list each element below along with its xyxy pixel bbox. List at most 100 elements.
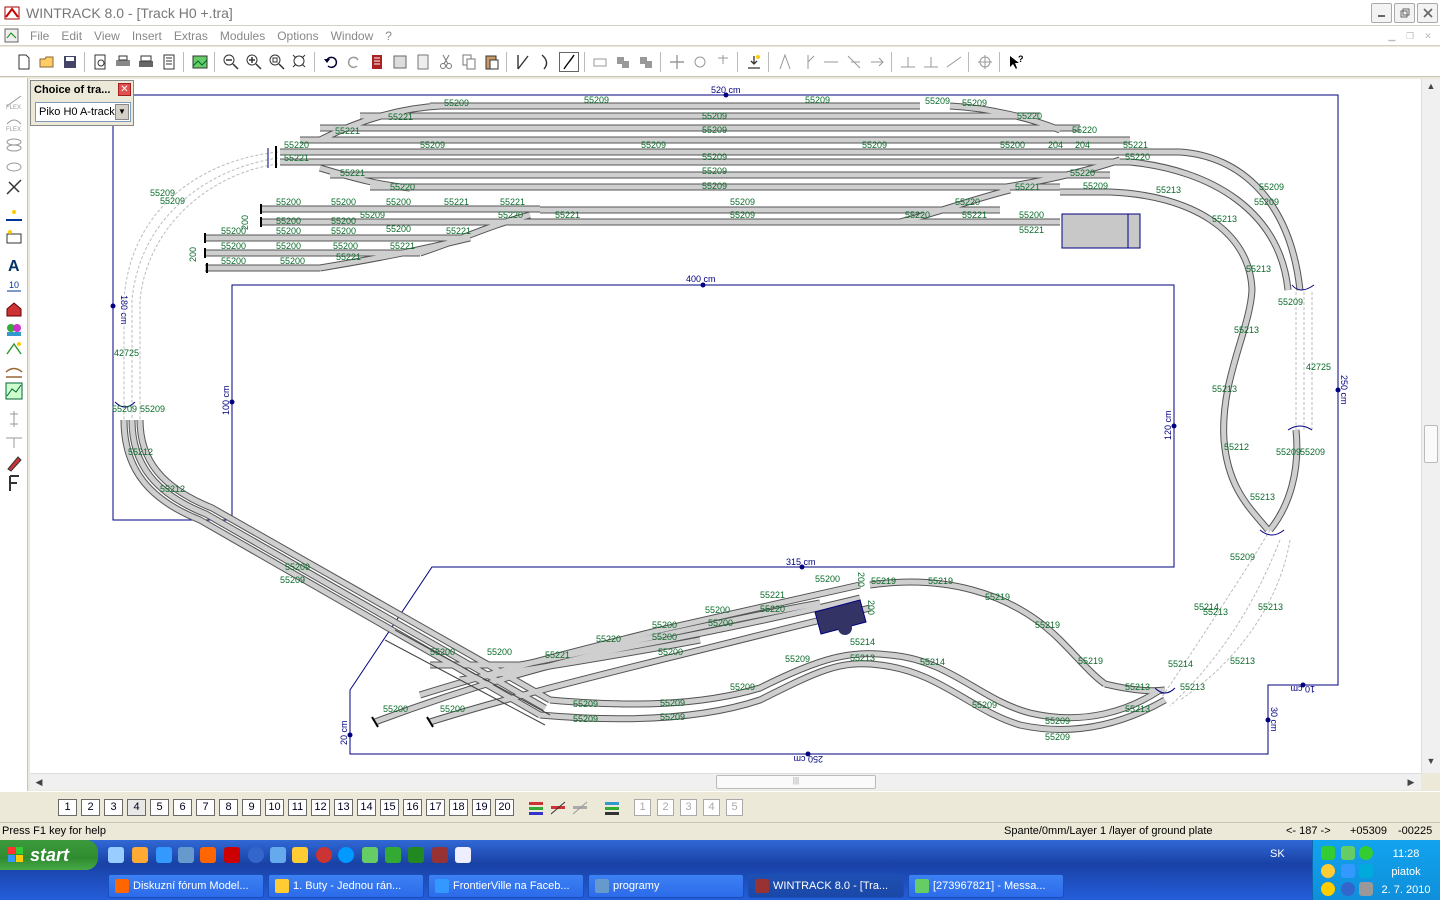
layer-button-4[interactable]: 4 xyxy=(127,799,146,816)
close-button[interactable] xyxy=(1417,3,1438,23)
redo-button[interactable] xyxy=(344,52,364,72)
task-firefox-forum[interactable]: Diskuzní fórum Model... xyxy=(108,874,264,898)
vertical-scrollbar[interactable]: ▲ ▼ xyxy=(1421,79,1440,773)
layer-button-5[interactable]: 5 xyxy=(150,799,169,816)
tool-g-button[interactable] xyxy=(744,52,764,72)
measure-tool[interactable] xyxy=(5,178,23,196)
quicklaunch-play-icon[interactable] xyxy=(408,847,424,863)
tray-volume-icon[interactable] xyxy=(1359,882,1373,896)
tray-update-icon[interactable] xyxy=(1341,864,1355,878)
curve-button[interactable] xyxy=(536,52,556,72)
tool-b-button[interactable] xyxy=(613,52,633,72)
document-icon[interactable] xyxy=(4,28,19,43)
mdi-close-button[interactable]: ✕ xyxy=(1420,29,1436,43)
quicklaunch-app-icon[interactable] xyxy=(224,847,240,863)
view-button-2[interactable]: 2 xyxy=(657,799,674,816)
turnout-button[interactable] xyxy=(513,52,533,72)
layer-button-9[interactable]: 9 xyxy=(242,799,261,816)
new-button[interactable] xyxy=(14,52,34,72)
layer-edit-icon[interactable] xyxy=(548,798,568,818)
frame-tool[interactable] xyxy=(5,474,23,492)
landscape-tool[interactable] xyxy=(5,340,23,358)
restore-button[interactable] xyxy=(1394,3,1415,23)
tool-n-button[interactable] xyxy=(921,52,941,72)
layer-button-14[interactable]: 14 xyxy=(357,799,376,816)
view-button-5[interactable]: 5 xyxy=(726,799,743,816)
layer-button-19[interactable]: 19 xyxy=(472,799,491,816)
clock[interactable]: 11:28 piatok 2. 7. 2010 xyxy=(1375,845,1437,899)
menu-window[interactable]: Window xyxy=(325,28,380,44)
layer-button-12[interactable]: 12 xyxy=(311,799,330,816)
mdi-minimize-button[interactable]: ▁ xyxy=(1384,29,1400,43)
save-button[interactable] xyxy=(60,52,80,72)
track-plan[interactable]: 520 cm 400 cm 315 cm 250 cm 10 cm 180 cm… xyxy=(30,79,1421,773)
tray-warning-icon[interactable] xyxy=(1321,882,1335,896)
task-buty[interactable]: 1. Buty - Jednou rán... xyxy=(268,874,424,898)
language-indicator[interactable]: SK xyxy=(1270,848,1285,860)
tool-l-button[interactable] xyxy=(867,52,887,72)
tray-media-icon[interactable] xyxy=(1341,882,1355,896)
horizontal-scroll-thumb[interactable]: ||| xyxy=(716,775,876,789)
menu-edit[interactable]: Edit xyxy=(55,28,88,44)
tool-m-button[interactable] xyxy=(898,52,918,72)
layer-button-16[interactable]: 16 xyxy=(403,799,422,816)
tool-j-button[interactable] xyxy=(821,52,841,72)
tool-p-button[interactable] xyxy=(975,52,995,72)
open-button[interactable] xyxy=(37,52,57,72)
quicklaunch-doc-icon[interactable] xyxy=(455,847,471,863)
tool-c-button[interactable] xyxy=(636,52,656,72)
menu-view[interactable]: View xyxy=(88,28,126,44)
layer-button-7[interactable]: 7 xyxy=(196,799,215,816)
menu-modules[interactable]: Modules xyxy=(214,28,271,44)
track-system-select[interactable]: Piko H0 A-track ▼ xyxy=(35,102,131,122)
tool-e-button[interactable] xyxy=(690,52,710,72)
zoom-in-button[interactable] xyxy=(244,52,264,72)
quicklaunch-app4-icon[interactable] xyxy=(362,847,378,863)
quicklaunch-app2-icon[interactable] xyxy=(270,847,286,863)
layer-button-15[interactable]: 15 xyxy=(380,799,399,816)
context-help-button[interactable]: ? xyxy=(1006,52,1026,72)
layer-button-11[interactable]: 11 xyxy=(288,799,307,816)
drawing-canvas[interactable]: 520 cm 400 cm 315 cm 250 cm 10 cm 180 cm… xyxy=(30,79,1421,773)
tray-network-icon[interactable] xyxy=(1321,846,1335,860)
dialog-close-button[interactable]: ✕ xyxy=(118,83,131,96)
quicklaunch-skype-icon[interactable] xyxy=(338,847,354,863)
menu-options[interactable]: Options xyxy=(271,28,324,44)
task-wintrack[interactable]: WINTRACK 8.0 - [Tra... xyxy=(748,874,904,898)
view-button-4[interactable]: 4 xyxy=(703,799,720,816)
mdi-restore-button[interactable]: ❐ xyxy=(1402,29,1418,43)
text-tool[interactable]: A xyxy=(5,256,23,274)
quicklaunch-chrome-icon[interactable] xyxy=(178,847,194,863)
building-tool[interactable] xyxy=(5,300,23,318)
quicklaunch-media-icon[interactable] xyxy=(248,847,264,863)
paste-button[interactable] xyxy=(482,52,502,72)
quicklaunch-app3-icon[interactable] xyxy=(292,847,308,863)
task-programy[interactable]: programy xyxy=(588,874,744,898)
properties-button[interactable] xyxy=(367,52,387,72)
quicklaunch-ie-icon[interactable] xyxy=(156,847,172,863)
helix-tool[interactable] xyxy=(5,136,23,154)
layer-copy-icon[interactable] xyxy=(570,798,590,818)
scroll-up-arrow-icon[interactable]: ▲ xyxy=(1424,81,1438,95)
layer-button-8[interactable]: 8 xyxy=(219,799,238,816)
quicklaunch-wintrack-icon[interactable] xyxy=(432,847,448,863)
layer-button-10[interactable]: 10 xyxy=(265,799,284,816)
horizontal-scrollbar[interactable]: ◀ ||| ▶ xyxy=(30,773,1421,790)
view-button-3[interactable]: 3 xyxy=(680,799,697,816)
start-button[interactable]: start xyxy=(0,840,98,870)
number-tool[interactable]: 10 xyxy=(5,276,23,294)
tree-tool[interactable] xyxy=(5,320,23,338)
terrain-tool[interactable] xyxy=(5,362,23,380)
tray-skype-icon[interactable] xyxy=(1359,864,1373,878)
tool-i-button[interactable] xyxy=(798,52,818,72)
helix-tool-2[interactable] xyxy=(5,158,23,176)
layer-stack-icon[interactable] xyxy=(526,798,546,818)
tool-f-button[interactable] xyxy=(713,52,733,72)
cut-button[interactable] xyxy=(436,52,456,72)
scroll-down-arrow-icon[interactable]: ▼ xyxy=(1424,756,1438,770)
quicklaunch-firefox-icon[interactable] xyxy=(200,847,216,863)
layer-button-13[interactable]: 13 xyxy=(334,799,353,816)
tray-status-icon[interactable] xyxy=(1359,846,1373,860)
zoom-all-button[interactable] xyxy=(290,52,310,72)
print-button[interactable] xyxy=(113,52,133,72)
